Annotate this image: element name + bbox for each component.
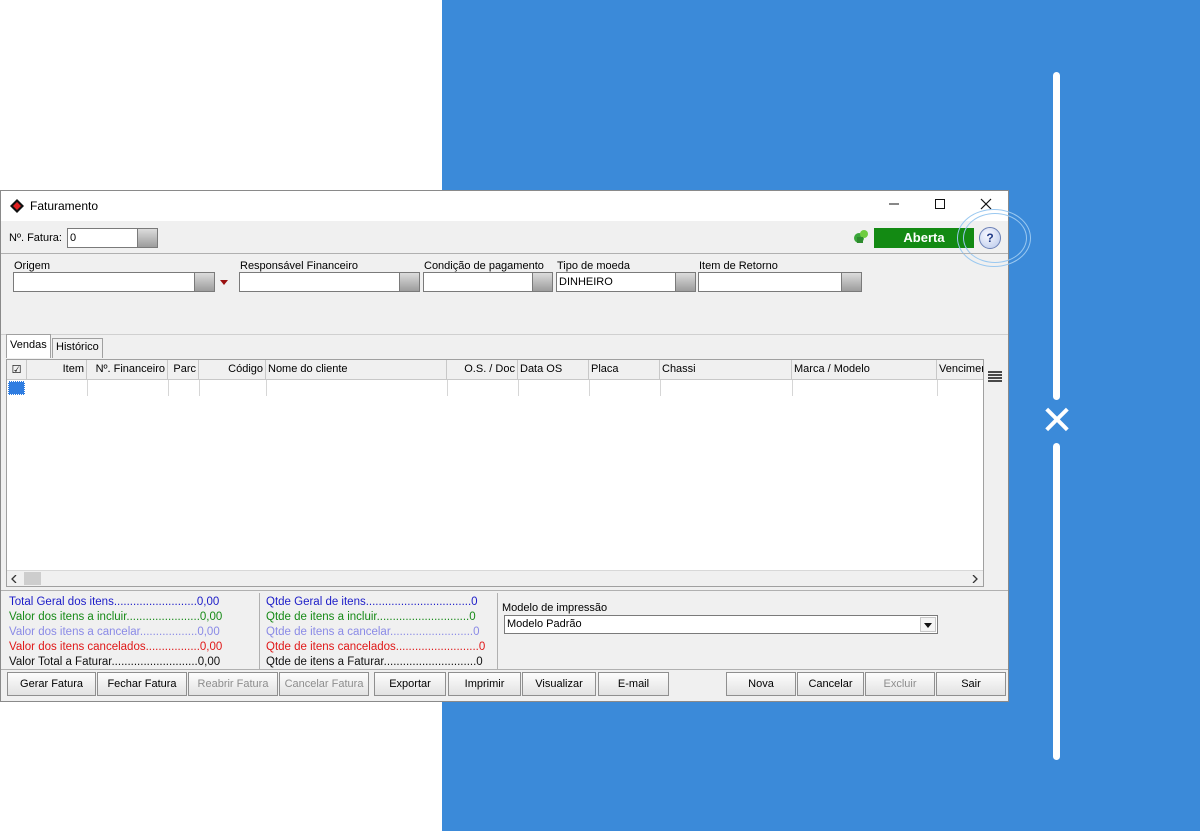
visualizar-button[interactable]: Visualizar bbox=[522, 672, 596, 696]
qtde-itens-faturar: Qtde de itens a Faturar.................… bbox=[266, 656, 483, 668]
moeda-dropdown-button[interactable] bbox=[675, 273, 695, 291]
column-menu-icon[interactable] bbox=[986, 369, 1004, 383]
fatura-label: Nº. Fatura: bbox=[9, 232, 62, 244]
col-data-os[interactable]: Data OS bbox=[518, 360, 589, 380]
condicao-field[interactable] bbox=[423, 272, 553, 292]
column-divider bbox=[168, 380, 169, 396]
sair-button[interactable]: Sair bbox=[936, 672, 1006, 696]
window-title: Faturamento bbox=[30, 199, 99, 213]
col-nome-cliente[interactable]: Nome do cliente bbox=[266, 360, 447, 380]
retorno-label: Item de Retorno bbox=[699, 260, 778, 272]
column-divider bbox=[589, 380, 590, 396]
tab-historico[interactable]: Histórico bbox=[52, 338, 103, 358]
selected-cell[interactable] bbox=[8, 381, 25, 395]
scroll-left-icon[interactable] bbox=[10, 575, 18, 583]
scrollbar-thumb[interactable] bbox=[24, 572, 41, 585]
valor-total-faturar: Valor Total a Faturar...................… bbox=[9, 656, 221, 668]
maximize-button[interactable] bbox=[917, 191, 963, 221]
minimize-icon bbox=[889, 203, 899, 205]
fatura-number-field[interactable]: 0 bbox=[67, 228, 158, 248]
responsavel-dropdown-button[interactable] bbox=[399, 273, 419, 291]
col-vencimento[interactable]: Vencimen bbox=[937, 360, 983, 380]
condicao-dropdown-button[interactable] bbox=[532, 273, 552, 291]
column-divider bbox=[266, 380, 267, 396]
divider bbox=[1, 669, 1008, 670]
chevron-down-icon bbox=[924, 623, 932, 628]
print-model-dropdown-button[interactable] bbox=[920, 617, 936, 632]
qtde-geral-itens: Qtde Geral de itens.....................… bbox=[266, 596, 478, 608]
cancelar-fatura-button[interactable]: Cancelar Fatura bbox=[279, 672, 369, 696]
decorative-x-icon: ✕ bbox=[1040, 398, 1074, 444]
origem-dropdown-button[interactable] bbox=[194, 273, 214, 291]
vendas-grid[interactable]: ☑ Item Nº. Financeiro Parc Código Nome d… bbox=[6, 359, 984, 587]
excluir-button[interactable]: Excluir bbox=[865, 672, 935, 696]
exportar-button[interactable]: Exportar bbox=[374, 672, 446, 696]
nova-button[interactable]: Nova bbox=[726, 672, 796, 696]
col-codigo[interactable]: Código bbox=[199, 360, 266, 380]
col-item[interactable]: Item bbox=[27, 360, 87, 380]
retorno-field[interactable] bbox=[698, 272, 862, 292]
cancelar-button[interactable]: Cancelar bbox=[797, 672, 864, 696]
divider bbox=[1, 334, 1008, 335]
fatura-search-button[interactable] bbox=[137, 229, 157, 247]
origem-label: Origem bbox=[14, 260, 51, 272]
col-parc[interactable]: Parc bbox=[168, 360, 199, 380]
column-divider bbox=[199, 380, 200, 396]
col-numero-financeiro[interactable]: Nº. Financeiro bbox=[87, 360, 168, 380]
grid-header: ☑ Item Nº. Financeiro Parc Código Nome d… bbox=[7, 360, 983, 380]
maximize-icon bbox=[935, 199, 945, 209]
scroll-right-icon[interactable] bbox=[971, 575, 979, 583]
column-divider bbox=[792, 380, 793, 396]
print-model-select[interactable]: Modelo Padrão bbox=[504, 615, 938, 634]
valor-itens-cancelados: Valor dos itens cancelados..............… bbox=[9, 641, 223, 653]
select-all-checkbox[interactable]: ☑ bbox=[7, 360, 27, 380]
decorative-line-bottom bbox=[1053, 443, 1060, 760]
col-os-doc[interactable]: O.S. / Doc bbox=[447, 360, 518, 380]
col-marca-modelo[interactable]: Marca / Modelo bbox=[792, 360, 937, 380]
column-divider bbox=[87, 380, 88, 396]
app-icon bbox=[10, 199, 24, 213]
valor-itens-incluir: Valor dos itens a incluir...............… bbox=[9, 611, 223, 623]
valor-itens-cancelar: Valor dos itens a cancelar..............… bbox=[9, 626, 220, 638]
divider bbox=[497, 593, 498, 669]
origem-field[interactable] bbox=[13, 272, 215, 292]
condicao-label: Condição de pagamento bbox=[424, 260, 544, 272]
moeda-field[interactable]: DINHEIRO bbox=[556, 272, 696, 292]
print-model-label: Modelo de impressão bbox=[502, 602, 608, 614]
tab-vendas[interactable]: Vendas bbox=[6, 334, 51, 358]
gerar-fatura-button[interactable]: Gerar Fatura bbox=[7, 672, 96, 696]
puzzle-icon[interactable] bbox=[853, 229, 869, 245]
divider bbox=[1, 253, 1008, 254]
column-divider bbox=[937, 380, 938, 396]
qtde-itens-incluir: Qtde de itens a incluir.................… bbox=[266, 611, 476, 623]
responsavel-field[interactable] bbox=[239, 272, 420, 292]
imprimir-button[interactable]: Imprimir bbox=[448, 672, 521, 696]
moeda-value: DINHEIRO bbox=[559, 276, 613, 288]
column-divider bbox=[660, 380, 661, 396]
qtde-itens-cancelar: Qtde de itens a cancelar................… bbox=[266, 626, 480, 638]
fechar-fatura-button[interactable]: Fechar Fatura bbox=[97, 672, 187, 696]
col-placa[interactable]: Placa bbox=[589, 360, 660, 380]
retorno-dropdown-button[interactable] bbox=[841, 273, 861, 291]
minimize-button[interactable] bbox=[871, 191, 917, 221]
print-model-value: Modelo Padrão bbox=[507, 618, 582, 630]
responsavel-label: Responsável Financeiro bbox=[240, 260, 359, 272]
help-icon[interactable]: ? bbox=[979, 227, 1001, 249]
column-divider bbox=[447, 380, 448, 396]
qtde-itens-cancelados: Qtde de itens cancelados................… bbox=[266, 641, 486, 653]
fatura-number-value: 0 bbox=[70, 232, 77, 244]
column-divider bbox=[518, 380, 519, 396]
divider bbox=[1, 590, 1008, 591]
origem-arrow-icon[interactable] bbox=[220, 280, 228, 285]
col-chassi[interactable]: Chassi bbox=[660, 360, 792, 380]
email-button[interactable]: E-mail bbox=[598, 672, 669, 696]
moeda-label: Tipo de moeda bbox=[557, 260, 630, 272]
title-bar: Faturamento bbox=[1, 191, 1008, 221]
faturamento-window: Faturamento Nº. Fatura: 0 Aberta ? Orige… bbox=[0, 190, 1031, 702]
reabrir-fatura-button[interactable]: Reabrir Fatura bbox=[188, 672, 278, 696]
horizontal-scrollbar[interactable] bbox=[7, 570, 983, 586]
divider bbox=[259, 593, 260, 669]
decorative-line-top bbox=[1053, 72, 1060, 400]
total-geral-itens: Total Geral dos itens...................… bbox=[9, 596, 220, 608]
